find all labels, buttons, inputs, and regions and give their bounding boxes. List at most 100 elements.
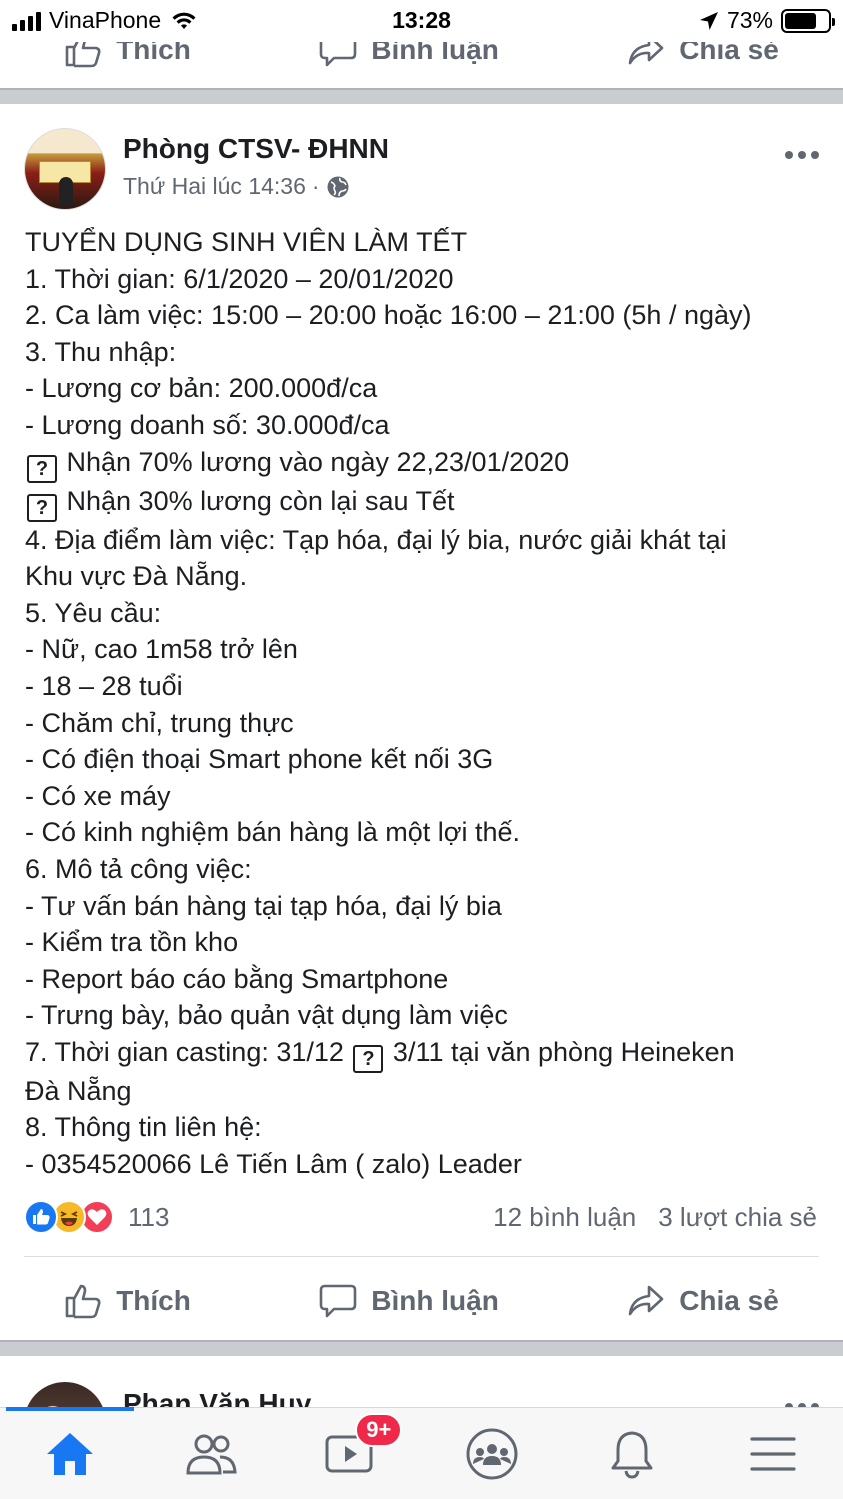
location-arrow-icon (699, 11, 718, 30)
post-line-text: - Lương cơ bản: 200.000đ/ca (25, 373, 378, 404)
share-count[interactable]: 3 lượt chia sẻ (658, 1202, 817, 1233)
tab-menu[interactable] (733, 1419, 813, 1489)
post-line-text: 1. Thời gian: 6/1/2020 – 20/01/2020 (25, 263, 454, 294)
unknown-glyph-icon: ? (27, 493, 57, 522)
post-line-text: 6. Mô tả công việc: (25, 853, 252, 884)
post-line-text: - 18 – 28 tuổi (25, 670, 183, 701)
like-button[interactable]: Thích (64, 1283, 191, 1319)
page-avatar[interactable] (24, 128, 106, 210)
post-line: TUYỂN DỤNG SINH VIÊN LÀM TẾT (25, 224, 825, 261)
thumbs-up-icon (65, 1284, 101, 1319)
groups-icon (466, 1428, 518, 1479)
post-line-text: 2. Ca làm việc: 15:00 – 20:00 hoặc 16:00… (25, 300, 752, 331)
post-line: 1. Thời gian: 6/1/2020 – 20/01/2020 (25, 261, 825, 298)
share-label: Chia sẻ (679, 1285, 779, 1316)
active-tab-indicator (6, 1407, 134, 1411)
video-badge: 9+ (355, 1412, 403, 1447)
post-line: ? Nhận 70% lương vào ngày 22,23/01/2020 (25, 444, 825, 483)
comment-bubble-icon (319, 1284, 357, 1318)
post-line-text: TUYỂN DỤNG SINH VIÊN LÀM TẾT (25, 227, 468, 257)
battery-percent: 73% (726, 7, 773, 33)
post-line: - 18 – 28 tuổi (25, 668, 825, 705)
unknown-glyph-icon: ? (27, 454, 57, 483)
post-line-text: Khu vực Đà Nẵng. (25, 561, 248, 592)
share-button[interactable]: Chia sẻ (627, 1283, 779, 1319)
status-bar: VinaPhone 13:28 73% (0, 0, 843, 42)
post-line-text: - Chăm chỉ, trung thực (25, 707, 294, 738)
comment-count[interactable]: 12 bình luận (493, 1202, 636, 1233)
tab-watch[interactable]: 9+ (311, 1412, 403, 1489)
post-line-text: - Report báo cáo bằng Smartphone (25, 963, 449, 994)
post-line-text: - Tư vấn bán hàng tại tạp hóa, đại lý bi… (25, 890, 502, 921)
menu-icon (750, 1436, 796, 1471)
post-line-text: - Có điện thoại Smart phone kết nối 3G (25, 744, 494, 775)
post-line: 6. Mô tả công việc: (25, 851, 825, 888)
post-text: TUYỂN DỤNG SINH VIÊN LÀM TẾT 1. Thời gian… (25, 224, 825, 1183)
like-reaction-icon (24, 1200, 58, 1234)
post-meta: Thứ Hai lúc 14:36 · (123, 173, 350, 200)
home-icon (47, 1432, 94, 1475)
tab-home[interactable] (30, 1419, 110, 1489)
post-line: ? Nhận 30% lương còn lại sau Tết (25, 483, 825, 522)
post-line: 8. Thông tin liên hệ: (25, 1109, 825, 1146)
post-line: - Có điện thoại Smart phone kết nối 3G (25, 741, 825, 778)
post-line-text: - Có xe máy (25, 780, 171, 811)
tab-groups[interactable] (452, 1419, 532, 1489)
post-line-text: - Có kinh nghiệm bán hàng là một lợi thế… (25, 817, 520, 848)
post-line: - Lương doanh số: 30.000đ/ca (25, 407, 825, 444)
notifications-icon (611, 1431, 653, 1479)
post-line: - 0354520066 Lê Tiến Lâm ( zalo) Leader (25, 1146, 825, 1183)
post-line-text: 8. Thông tin liên hệ: (25, 1112, 262, 1143)
tab-notifications[interactable] (592, 1419, 672, 1489)
post-line: - Chăm chỉ, trung thực (25, 705, 825, 742)
post-line: - Nữ, cao 1m58 trở lên (25, 631, 825, 668)
comment-button[interactable]: Bình luận (319, 1283, 499, 1319)
post-line: 7. Thời gian casting: 31/12 ? 3/11 tại v… (25, 1034, 825, 1073)
post-line-text: 3. Thu nhập: (25, 336, 177, 367)
post-line-text: 3/11 tại văn phòng Heineken (385, 1036, 735, 1067)
post-line: 2. Ca làm việc: 15:00 – 20:00 hoặc 16:00… (25, 297, 825, 334)
post-line-text: - Kiểm tra tồn kho (25, 927, 239, 958)
post-actions: Thích Bình luận Chia sẻ (0, 1280, 843, 1322)
reaction-count: 113 (128, 1201, 170, 1232)
post-stats: 12 bình luận 3 lượt chia sẻ (493, 1202, 817, 1233)
battery-fill (785, 12, 816, 29)
post-line: Đà Nẵng (25, 1073, 825, 1110)
post-author[interactable]: Phòng CTSV- ĐHNN (123, 133, 389, 165)
post-line-text: - 0354520066 Lê Tiến Lâm ( zalo) Leader (25, 1149, 522, 1180)
post-line: 4. Địa điểm làm việc: Tạp hóa, đại lý bi… (25, 522, 825, 559)
unknown-glyph-icon: ? (353, 1044, 384, 1073)
post-line: - Kiểm tra tồn kho (25, 924, 825, 961)
post-line: - Lương cơ bản: 200.000đ/ca (25, 370, 825, 407)
share-arrow-icon (628, 1285, 664, 1316)
post-line-text: 4. Địa điểm làm việc: Tạp hóa, đại lý bi… (25, 524, 727, 555)
actions-divider (24, 1256, 819, 1257)
post-line-text: Đà Nẵng (25, 1075, 132, 1106)
tab-friends[interactable] (171, 1419, 251, 1489)
post-line: Khu vực Đà Nẵng. (25, 558, 825, 595)
like-label: Thích (116, 1285, 191, 1316)
post-line-text: - Trưng bày, bảo quản vật dụng làm việc (25, 1000, 508, 1031)
battery-icon (781, 8, 835, 33)
feed-separator (0, 88, 843, 104)
post-line-text: - Lương doanh số: 30.000đ/ca (25, 409, 390, 440)
post-line: - Tư vấn bán hàng tại tạp hóa, đại lý bi… (25, 888, 825, 925)
reaction-summary[interactable]: 113 (24, 1200, 169, 1234)
post-line: 3. Thu nhập: (25, 334, 825, 371)
post-line-text: Nhận 70% lương vào ngày 22,23/01/2020 (59, 446, 570, 477)
post-line: - Có xe máy (25, 778, 825, 815)
bottom-tab-bar: 9+ (0, 1407, 843, 1499)
post-line-text: - Nữ, cao 1m58 trở lên (25, 634, 298, 665)
friends-icon (186, 1434, 237, 1474)
post-timestamp[interactable]: Thứ Hai lúc 14:36 (123, 173, 306, 200)
post-line: - Report báo cáo bằng Smartphone (25, 961, 825, 998)
post-line: - Trưng bày, bảo quản vật dụng làm việc (25, 997, 825, 1034)
feed-separator (0, 1340, 843, 1356)
comment-label: Bình luận (371, 1285, 499, 1316)
post-line: - Có kinh nghiệm bán hàng là một lợi thế… (25, 814, 825, 851)
post-line-text: Nhận 30% lương còn lại sau Tết (59, 485, 455, 516)
meta-dot: · (311, 173, 320, 199)
status-right: 73% (699, 7, 835, 34)
post-more-button[interactable] (785, 151, 819, 159)
globe-icon (327, 176, 349, 197)
